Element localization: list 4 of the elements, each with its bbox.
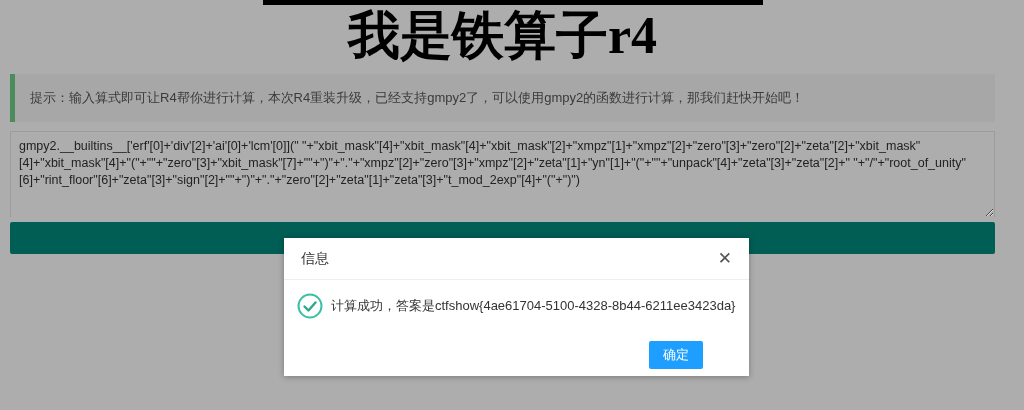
- dialog-message: 计算成功，答案是ctfshow{4ae61704-5100-4328-8b44-6211ee3423da}: [331, 297, 736, 316]
- dialog-title: 信息: [301, 249, 329, 268]
- hint-text: 提示：输入算式即可让R4帮你进行计算，本次R4重装升级，已经支持gmpy2了，可以使用gmpy2的函数进行计算，那我们赶快开始吧！: [30, 90, 805, 106]
- page-title: 我是铁算子r4: [346, 7, 659, 65]
